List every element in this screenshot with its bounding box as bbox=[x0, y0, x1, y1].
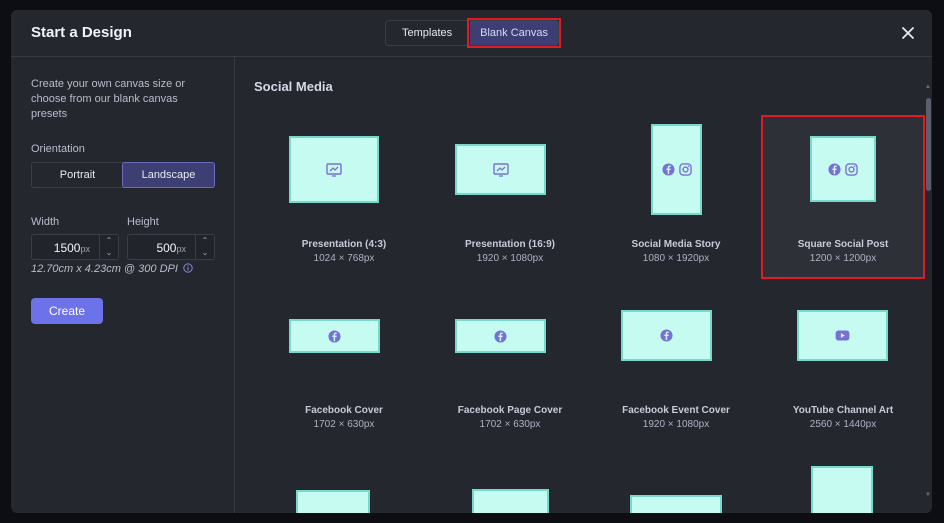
close-icon[interactable] bbox=[900, 25, 916, 41]
canvas-settings-panel: Create your own canvas size or choose fr… bbox=[11, 57, 235, 513]
height-input[interactable]: 500px ⌃ ⌄ bbox=[127, 234, 215, 260]
preset-thumbnail bbox=[289, 136, 379, 203]
preset-name: Facebook Cover bbox=[305, 405, 383, 416]
width-value: 1500 bbox=[53, 241, 81, 255]
instagram-icon bbox=[678, 163, 692, 176]
preset-thumbnail bbox=[810, 136, 876, 202]
height-stepper[interactable]: ⌃ ⌄ bbox=[195, 235, 214, 259]
preset-size: 2560 × 1440px bbox=[809, 419, 877, 430]
section-title-social-media: Social Media bbox=[254, 79, 333, 94]
modal-title: Start a Design bbox=[31, 24, 132, 41]
preset-size: 1200 × 1200px bbox=[809, 253, 877, 264]
preset-name: YouTube Channel Art bbox=[792, 405, 894, 416]
tab-templates[interactable]: Templates bbox=[386, 21, 468, 45]
facebook-icon bbox=[328, 329, 341, 343]
preset-thumbnail bbox=[455, 319, 546, 353]
dpi-info: 12.70cm x 4.23cm @ 300 DPI bbox=[31, 263, 193, 275]
chevron-up-icon[interactable]: ⌃ bbox=[100, 235, 118, 247]
chart-icon bbox=[326, 162, 342, 177]
preset-name: Presentation (16:9) bbox=[464, 239, 556, 250]
preset-name: Social Media Story bbox=[631, 239, 721, 250]
preset-size: 1702 × 630px bbox=[479, 419, 541, 430]
preset-square-social-post[interactable]: Square Social Post 1200 × 1200px bbox=[761, 115, 925, 279]
height-value: 500 bbox=[156, 241, 177, 255]
instagram-icon bbox=[845, 162, 858, 176]
preset-presentation-4-3[interactable]: Presentation (4:3) 1024 × 768px bbox=[264, 117, 424, 277]
preset-thumbnail bbox=[289, 319, 380, 353]
preset-thumbnail bbox=[651, 124, 702, 215]
chevron-down-icon[interactable]: ⌄ bbox=[196, 247, 214, 259]
preset-size: 1080 × 1920px bbox=[642, 253, 710, 264]
width-unit: px bbox=[80, 244, 90, 254]
preset-thumbnail bbox=[455, 144, 546, 195]
start-design-modal: Start a Design Templates Blank Canvas Cr… bbox=[11, 10, 932, 513]
dpi-text: 12.70cm x 4.23cm @ 300 DPI bbox=[31, 263, 178, 275]
preset-size: 1920 × 1080px bbox=[642, 419, 710, 430]
tab-blank-canvas[interactable]: Blank Canvas bbox=[467, 18, 562, 48]
scrollbar-thumb[interactable] bbox=[926, 98, 931, 191]
facebook-icon bbox=[661, 163, 675, 176]
preset-name: Facebook Event Cover bbox=[622, 405, 730, 416]
facebook-icon bbox=[828, 162, 841, 176]
facebook-icon bbox=[494, 329, 507, 343]
orientation-label: Orientation bbox=[31, 143, 85, 155]
scroll-up-icon[interactable]: ▲ bbox=[925, 84, 931, 90]
height-label: Height bbox=[127, 216, 159, 228]
preset-facebook-cover[interactable]: Facebook Cover 1702 × 630px bbox=[264, 283, 424, 443]
create-button[interactable]: Create bbox=[31, 298, 103, 324]
chevron-up-icon[interactable]: ⌃ bbox=[196, 235, 214, 247]
landscape-button[interactable]: Landscape bbox=[122, 162, 215, 188]
preset-facebook-event-cover[interactable]: Facebook Event Cover 1920 × 1080px bbox=[596, 283, 756, 443]
youtube-icon bbox=[835, 330, 850, 341]
portrait-button[interactable]: Portrait bbox=[32, 163, 123, 187]
preset-name: Square Social Post bbox=[797, 239, 889, 250]
orientation-toggle: Portrait Landscape bbox=[31, 162, 215, 188]
chart-icon bbox=[492, 162, 509, 177]
scroll-down-icon[interactable]: ▼ bbox=[925, 492, 931, 498]
preset-thumbnail-partial[interactable] bbox=[630, 495, 722, 513]
preset-thumbnail-partial[interactable] bbox=[811, 466, 873, 513]
width-label: Width bbox=[31, 216, 60, 228]
height-unit: px bbox=[176, 244, 186, 254]
preset-thumbnail-partial[interactable] bbox=[296, 490, 370, 513]
preset-thumbnail bbox=[621, 310, 712, 361]
intro-text: Create your own canvas size or choose fr… bbox=[31, 78, 186, 120]
preset-youtube-channel-art[interactable]: YouTube Channel Art 2560 × 1440px bbox=[763, 283, 923, 443]
modal-header: Start a Design Templates Blank Canvas bbox=[11, 10, 932, 57]
design-tabs: Templates Blank Canvas bbox=[385, 18, 562, 48]
width-stepper[interactable]: ⌃ ⌄ bbox=[99, 235, 118, 259]
preset-size: 1024 × 768px bbox=[313, 253, 375, 264]
preset-thumbnail bbox=[797, 310, 888, 361]
facebook-icon bbox=[660, 329, 673, 342]
preset-facebook-page-cover[interactable]: Facebook Page Cover 1702 × 630px bbox=[430, 283, 590, 443]
preset-size: 1702 × 630px bbox=[313, 419, 375, 430]
vertical-scrollbar[interactable]: ▲ ▼ bbox=[924, 84, 932, 512]
preset-name: Presentation (4:3) bbox=[301, 239, 387, 250]
preset-size: 1920 × 1080px bbox=[476, 253, 544, 264]
info-icon[interactable] bbox=[183, 263, 193, 273]
width-input[interactable]: 1500px ⌃ ⌄ bbox=[31, 234, 119, 260]
chevron-down-icon[interactable]: ⌄ bbox=[100, 247, 118, 259]
presets-panel: Social Media Presentation (4:3) 1024 × 7… bbox=[235, 57, 932, 513]
preset-name: Facebook Page Cover bbox=[457, 405, 563, 416]
preset-thumbnail-partial[interactable] bbox=[472, 489, 549, 513]
preset-presentation-16-9[interactable]: Presentation (16:9) 1920 × 1080px bbox=[430, 117, 590, 277]
preset-social-media-story[interactable]: Social Media Story 1080 × 1920px bbox=[596, 117, 756, 277]
